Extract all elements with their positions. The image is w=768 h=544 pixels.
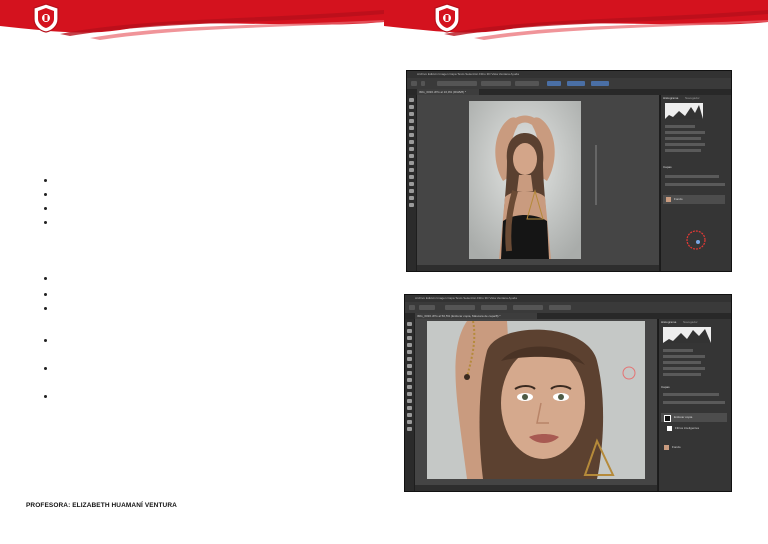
list-item bbox=[44, 367, 47, 370]
school-crest-icon bbox=[33, 3, 59, 33]
histogram-graph bbox=[665, 103, 703, 119]
portrait-photo bbox=[469, 101, 581, 259]
menu-bar: Archivo Edición Imagen Capa Texto Selecc… bbox=[405, 295, 731, 302]
tools-panel bbox=[405, 319, 414, 491]
teacher-name: PROFESORA: ELIZABETH HUAMANÍ VENTURA bbox=[26, 502, 177, 509]
list-item bbox=[44, 307, 47, 310]
status-bar bbox=[417, 265, 659, 271]
list-item bbox=[44, 395, 47, 398]
right-panels: Histograma Navegador Capas Enfocar copia… bbox=[658, 319, 731, 491]
click-highlight-circle bbox=[686, 230, 706, 250]
right-panels: Histograma Navegador Capas Fondo bbox=[660, 95, 731, 271]
layer-name: Fondo bbox=[674, 197, 683, 201]
slide-left: PROFESORA: ELIZABETH HUAMANÍ VENTURA bbox=[0, 0, 384, 544]
status-bar bbox=[415, 485, 657, 491]
photoshop-screenshot-1: Archivo Edición Imagen Capa Texto Selecc… bbox=[406, 70, 732, 272]
school-crest-icon bbox=[434, 3, 460, 33]
layers-panel-title[interactable]: Capas bbox=[663, 165, 672, 169]
layer-name: Filtros inteligentes bbox=[675, 426, 700, 430]
menu-bar: Archivo Edición Imagen Capa Texto Selecc… bbox=[407, 71, 731, 78]
tab-histogram[interactable]: Histograma bbox=[663, 96, 678, 100]
list-item bbox=[44, 293, 47, 296]
tools-panel bbox=[407, 95, 416, 271]
layer-name: Enfocar copia bbox=[674, 415, 693, 419]
histogram-graph bbox=[663, 327, 711, 343]
slide-right: Archivo Edición Imagen Capa Texto Selecc… bbox=[384, 0, 768, 544]
menu-items: Archivo Edición Imagen Capa Texto Selecc… bbox=[417, 72, 519, 76]
tab-navigator[interactable]: Navegador bbox=[683, 320, 698, 324]
tab-histogram[interactable]: Histograma bbox=[661, 320, 676, 324]
layer-name: Fondo bbox=[672, 445, 681, 449]
layer-row[interactable]: Filtros inteligentes bbox=[661, 425, 727, 432]
tab-navigator[interactable]: Navegador bbox=[685, 96, 700, 100]
canvas-area[interactable] bbox=[415, 319, 657, 485]
list-item bbox=[44, 339, 47, 342]
layer-row[interactable]: Fondo bbox=[661, 443, 727, 452]
menu-items: Archivo Edición Imagen Capa Texto Selecc… bbox=[415, 296, 517, 300]
layers-panel-title[interactable]: Capas bbox=[661, 385, 670, 389]
canvas-area[interactable] bbox=[417, 95, 659, 265]
layer-row[interactable]: Enfocar copia bbox=[661, 413, 727, 422]
photoshop-screenshot-2: Archivo Edición Imagen Capa Texto Selecc… bbox=[404, 294, 732, 492]
portrait-closeup-photo bbox=[427, 321, 645, 479]
layer-row[interactable]: Fondo bbox=[663, 195, 725, 204]
list-item bbox=[44, 277, 47, 280]
